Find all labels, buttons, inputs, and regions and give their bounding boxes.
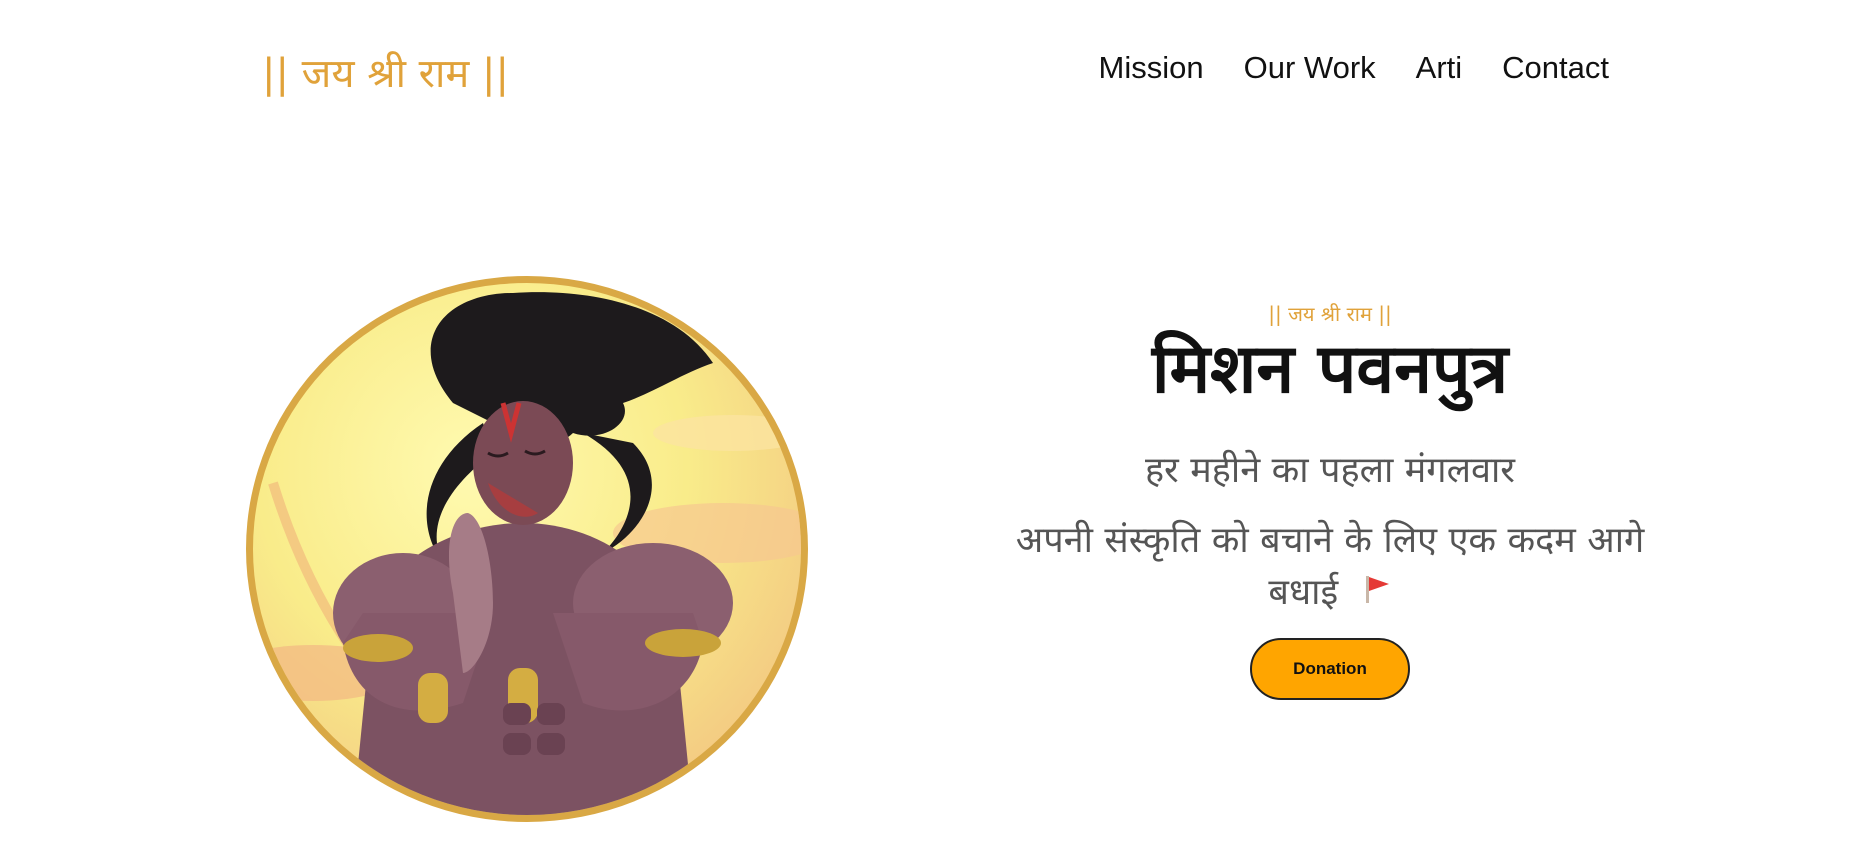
- nav-arti[interactable]: Arti: [1416, 50, 1463, 86]
- hero-subtitle: हर महीने का पहला मंगलवार: [1144, 449, 1516, 491]
- site-logo[interactable]: || जय श्री राम ||: [262, 44, 509, 99]
- donation-button[interactable]: Donation: [1250, 638, 1410, 701]
- hero-content: || जय श्री राम || मिशन पवनपुत्र हर महीने…: [990, 300, 1670, 701]
- nav-contact[interactable]: Contact: [1502, 50, 1609, 86]
- hanuman-image: [246, 276, 808, 822]
- hanuman-illustration-icon: [253, 292, 801, 815]
- nav-mission[interactable]: Mission: [1099, 50, 1204, 86]
- hero-tagline: || जय श्री राम ||: [1268, 302, 1392, 326]
- page-title: मिशन पवनपुत्र: [1151, 330, 1509, 409]
- hero-description: अपनी संस्कृति को बचाने के लिए एक कदम आगे…: [1000, 515, 1660, 620]
- red-flag-icon: [1360, 568, 1392, 620]
- hero-description-text: अपनी संस्कृति को बचाने के लिए एक कदम आगे…: [1015, 519, 1645, 613]
- nav-our-work[interactable]: Our Work: [1244, 50, 1376, 86]
- page: || जय श्री राम || Mission Our Work Arti …: [0, 0, 1869, 857]
- main-nav: Mission Our Work Arti Contact: [1099, 50, 1610, 86]
